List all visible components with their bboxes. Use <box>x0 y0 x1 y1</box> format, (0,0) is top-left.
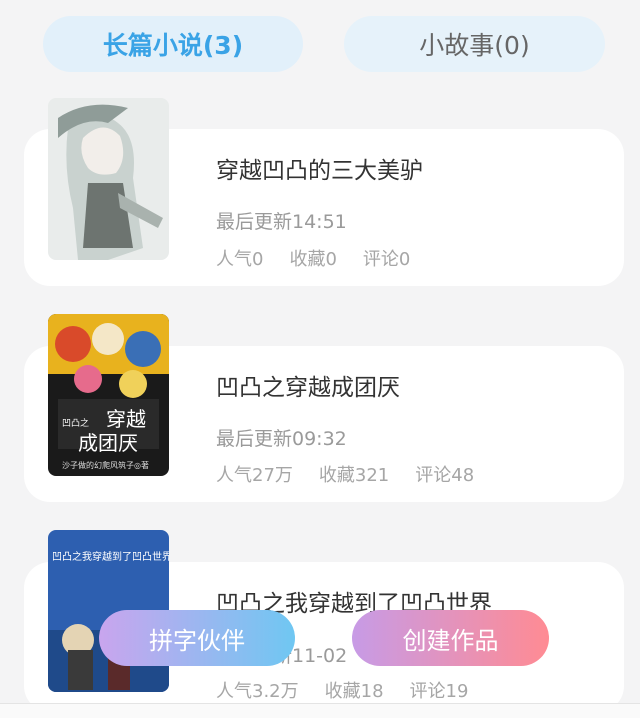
work-title[interactable]: 穿越凹凸的三大美驴 <box>216 151 423 185</box>
last-updated: 最后更新14:51 <box>216 211 347 233</box>
book-cover[interactable] <box>48 98 169 260</box>
work-stats: 人气27万 收藏321 评论48 <box>216 461 500 487</box>
cover-text-title-1: 穿越 <box>106 407 146 431</box>
favorites-count: 收藏18 <box>324 681 384 702</box>
tab-short-story[interactable]: 小故事(0) <box>344 16 605 72</box>
cover-illustration-group: 凹凸之 穿越 成团厌 沙子做的幻爬风筑子◎著 <box>48 314 169 476</box>
writing-partner-button[interactable]: 拼字伙伴 <box>99 610 295 666</box>
comments-count: 评论0 <box>362 249 411 270</box>
bottom-divider <box>0 703 640 718</box>
favorites-count: 收藏0 <box>289 249 337 270</box>
category-tabs: 长篇小说(3) 小故事(0) <box>0 0 640 90</box>
book-cover[interactable]: 凹凸之 穿越 成团厌 沙子做的幻爬风筑子◎著 <box>48 314 169 476</box>
popularity-count: 人气0 <box>216 249 264 270</box>
comments-count: 评论48 <box>415 465 475 486</box>
cover-text-title-2: 成团厌 <box>78 431 138 455</box>
comments-count: 评论19 <box>409 681 469 702</box>
create-work-button[interactable]: 创建作品 <box>352 610 549 666</box>
cover-text-title: 凹凸之我穿越到了凹凸世界 <box>52 550 169 563</box>
popularity-count: 人气3.2万 <box>216 681 299 702</box>
work-title[interactable]: 凹凸之穿越成团厌 <box>216 368 400 402</box>
cover-text-series: 凹凸之 <box>62 417 89 429</box>
last-updated: 最后更新09:32 <box>216 428 347 450</box>
work-stats: 人气0 收藏0 评论0 <box>216 245 436 271</box>
work-stats: 人气3.2万 收藏18 评论19 <box>216 677 494 703</box>
tab-novel[interactable]: 长篇小说(3) <box>43 16 303 72</box>
popularity-count: 人气27万 <box>216 465 293 486</box>
cover-text-author: 沙子做的幻爬风筑子◎著 <box>62 460 149 470</box>
cover-illustration-anime-girl <box>48 98 169 260</box>
favorites-count: 收藏321 <box>318 465 390 486</box>
